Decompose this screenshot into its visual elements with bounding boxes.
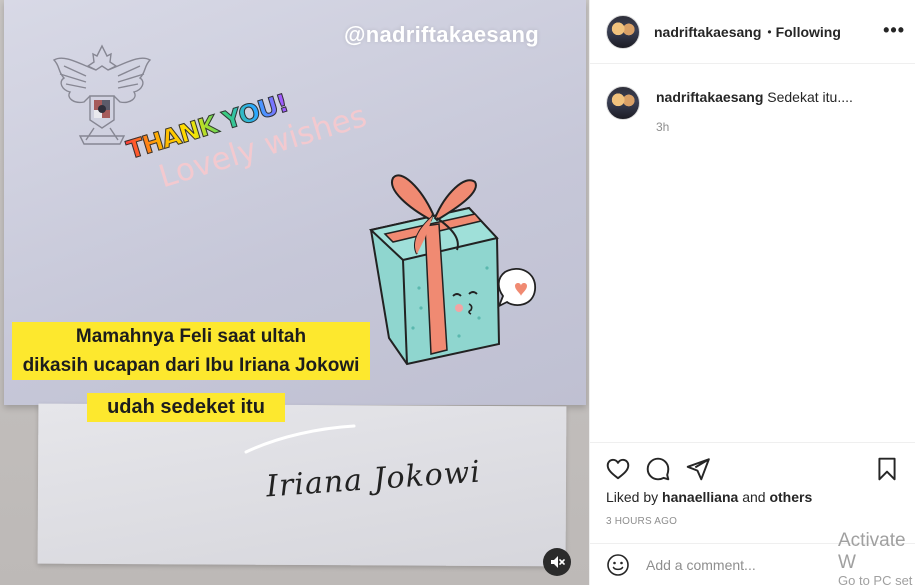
post-timestamp[interactable]: 3 HOURS AGO — [590, 505, 915, 527]
likes-summary: Liked by hanaelliana and others — [590, 483, 915, 505]
windows-activation-watermark: Activate W Go to PC set — [838, 530, 915, 585]
caption-line-1: Mamahnya Feli saat ultah — [75, 326, 307, 347]
video-caption-box: Mamahnya Feli saat ultah dikasih ucapan … — [12, 322, 370, 380]
comment-username[interactable]: nadriftakaesang — [656, 89, 763, 105]
post-actions-area: Liked by hanaelliana and others 3 HOURS … — [590, 442, 915, 527]
activation-line-2: Go to PC set — [838, 572, 913, 585]
liked-by-prefix: Liked by — [606, 489, 659, 505]
caption-line-2: dikasih ucapan dari Ibu Iriana Jokowi — [22, 355, 360, 376]
liked-by-and: and — [742, 489, 766, 505]
share-icon[interactable] — [685, 456, 711, 482]
more-options-icon[interactable]: ••• — [883, 20, 905, 41]
following-button[interactable]: Following — [776, 24, 841, 40]
gift-box-sticker — [368, 174, 536, 366]
post-sidebar: nadriftakaesang • Following ••• nadrifta… — [589, 0, 915, 585]
comment-avatar[interactable] — [606, 86, 640, 120]
emoji-icon[interactable] — [606, 553, 630, 577]
separator-dot: • — [767, 24, 772, 39]
caption-comment: nadriftakaesang Sedekat itu.... 3h — [590, 64, 915, 134]
author-avatar[interactable] — [606, 14, 640, 49]
action-bar — [590, 443, 915, 483]
heart-icon[interactable] — [605, 456, 631, 482]
comment-text: nadriftakaesang Sedekat itu.... — [656, 89, 853, 105]
comment-content: Sedekat itu.... — [767, 89, 853, 105]
video-caption-short: udah sedeket itu — [87, 393, 285, 422]
mute-toggle-button[interactable] — [543, 548, 571, 576]
comment-timestamp[interactable]: 3h — [656, 120, 853, 134]
signature-swoosh — [244, 424, 356, 454]
activation-line-1: Activate W — [838, 530, 906, 573]
post-header: nadriftakaesang • Following ••• — [590, 0, 915, 64]
liked-by-user[interactable]: hanaelliana — [662, 489, 738, 505]
instagram-post-view: @nadriftakaesang THANK YOU! Lovely wishe… — [0, 0, 915, 585]
comment-icon[interactable] — [645, 456, 671, 482]
comment-body: nadriftakaesang Sedekat itu.... 3h — [656, 89, 853, 134]
author-username[interactable]: nadriftakaesang — [654, 24, 761, 40]
bookmark-icon[interactable] — [874, 456, 900, 482]
liked-by-others[interactable]: others — [769, 489, 812, 505]
comment-input[interactable] — [646, 556, 846, 573]
muted-speaker-icon — [551, 556, 565, 568]
post-media[interactable]: @nadriftakaesang THANK YOU! Lovely wishe… — [0, 0, 589, 585]
watermark-handle: @nadriftakaesang — [344, 22, 539, 47]
